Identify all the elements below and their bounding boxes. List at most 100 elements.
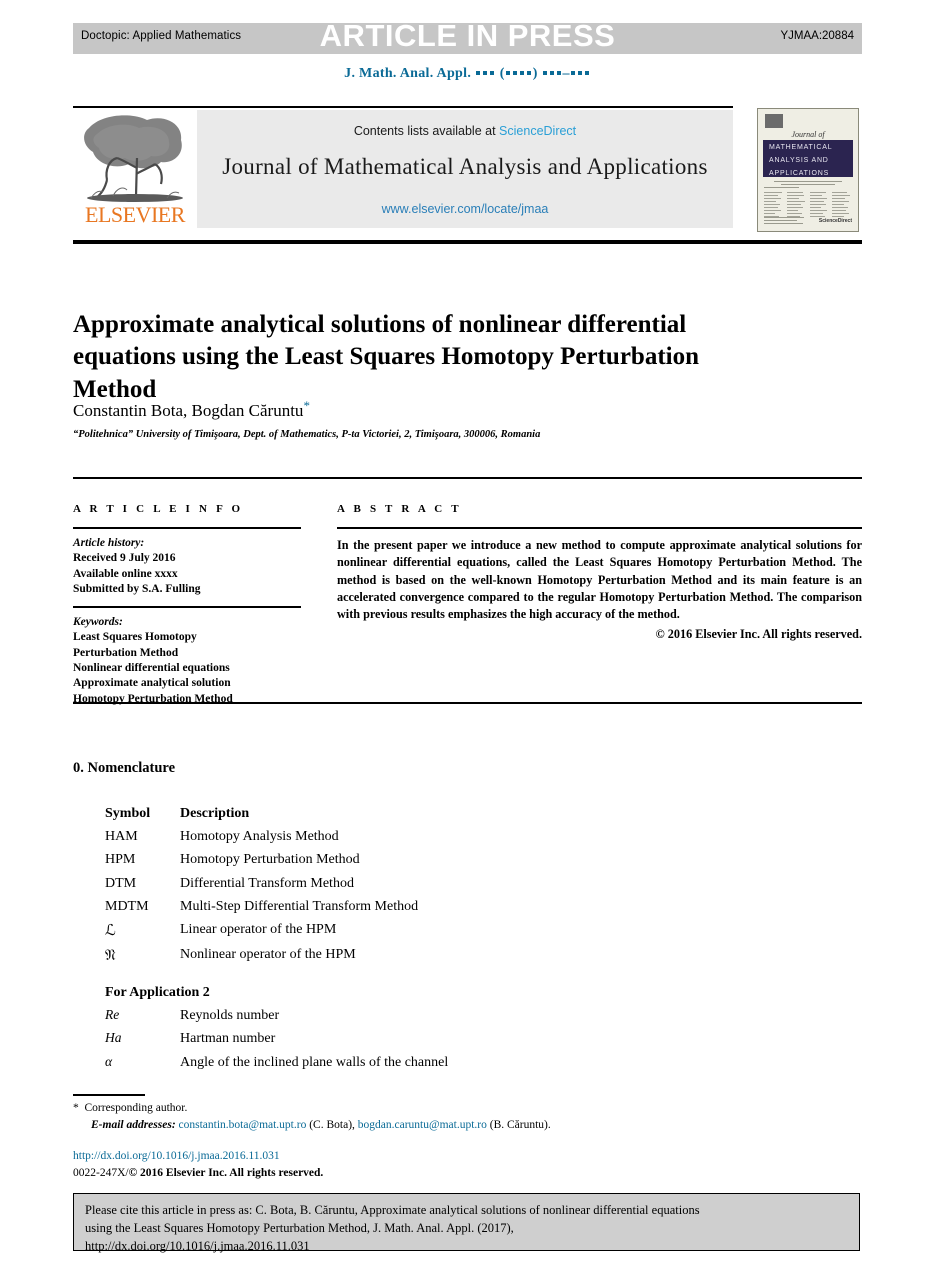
table-row: Re Reynolds number [105,1004,705,1027]
doi-link[interactable]: http://dx.doi.org/10.1016/j.jmaa.2016.11… [73,1148,863,1165]
table-row: MDTM Multi-Step Differential Transform M… [105,895,705,918]
article-info-column: A R T I C L E I N F O Article history: R… [73,503,301,707]
pages-placeholder: – [542,66,591,81]
keyword-item: Perturbation Method [73,646,179,659]
contents-available-line: Contents lists available at ScienceDirec… [197,124,733,138]
email-owner-2: (B. Căruntu). [489,1118,551,1131]
cover-editor-lines [764,181,852,190]
citation-box: Please cite this article in press as: C.… [73,1193,860,1253]
abstract-rule [337,527,862,529]
page-title: Approximate analytical solutions of nonl… [73,310,699,403]
journal-cover-thumbnail: Journal of MATHEMATICAL ANALYSIS AND APP… [757,108,859,232]
citation-line-3: http://dx.doi.org/10.1016/j.jmaa.2016.11… [85,1238,310,1253]
issn-number: 0022-247X/ [73,1166,129,1179]
nomenclature-symbol: DTM [105,875,137,891]
nomenclature-symbol: ℒ [105,921,116,940]
journal-url-link[interactable]: www.elsevier.com/locate/jmaa [197,202,733,216]
footnote-star: * [73,1102,79,1114]
cover-title-line-2: ANALYSIS AND [769,157,829,165]
affiliation: “Politehnica” University of Timişoara, D… [73,429,541,440]
keyword-item: Least Squares Homotopy [73,631,197,644]
citation-line-2: using the Least Squares Homotopy Perturb… [85,1220,514,1235]
table-row: HAM Homotopy Analysis Method [105,825,705,848]
masthead-box: Contents lists available at ScienceDirec… [197,110,733,228]
contents-prefix: Contents lists available at [353,124,496,138]
nomenclature-description: Reynolds number [180,1008,280,1024]
cover-title-line-3: APPLICATIONS [769,170,830,178]
abstract-heading: A B S T R A C T [337,503,462,515]
volume-placeholder [475,66,496,81]
history-item: Received 9 July 2016 [73,552,176,565]
abstract-column: A B S T R A C T In the present paper we … [337,503,862,642]
email-link-1[interactable]: constantin.bota@mat.upt.ro [179,1119,307,1131]
nomenclature-header-row: Symbol Description [105,802,705,825]
article-in-press-stamp: ARTICLE IN PRESS [319,18,616,53]
masthead-bottom-rule [73,240,862,244]
journal-title: Journal of Mathematical Analysis and App… [222,154,708,179]
nomenclature-symbol: Ha [105,1030,122,1046]
citation-text: Please cite this article in press as: C.… [74,1194,859,1263]
info-top-rule [73,477,862,479]
cover-contents-grid [764,192,852,219]
nomenclature-symbol: 𝔑 [105,946,116,965]
cover-title-band: MATHEMATICAL ANALYSIS AND APPLICATIONS [763,140,853,177]
table-row: ℒ Linear operator of the HPM [105,918,705,943]
paper-page: Doctopic: Applied Mathematics ARTICLE IN… [0,0,935,1266]
cover-sciencedirect-mark: ScienceDirect [818,218,852,224]
nomenclature-symbol: α [105,1053,113,1069]
doi-issn-block: http://dx.doi.org/10.1016/j.jmaa.2016.11… [73,1148,863,1181]
column-header-description: Description [180,806,250,821]
article-info-rule [73,527,301,529]
article-history-label: Article history: [73,537,145,549]
article-in-press-bar: Doctopic: Applied Mathematics ARTICLE IN… [73,18,862,54]
email-owner-1: (C. Bota), [309,1118,355,1131]
elsevier-logo: ELSEVIER [75,110,195,228]
elsevier-wordmark: ELSEVIER [85,202,185,227]
corresponding-author-text: Corresponding author. [84,1102,188,1114]
nomenclature-table: Symbol Description HAM Homotopy Analysis… [105,802,705,1074]
issn-copyright: © 2016 Elsevier Inc. All rights reserved… [128,1166,324,1179]
table-row: 𝔑 Nonlinear operator of the HPM [105,943,705,968]
info-bottom-rule [73,702,862,704]
corresponding-author-note: * Corresponding author. [73,1100,863,1117]
article-history-block: Article history: Received 9 July 2016 Av… [73,536,301,597]
nomenclature-symbol: Re [105,1007,120,1023]
table-row: Ha Hartman number [105,1027,705,1050]
nomenclature-description: Hartman number [180,1031,276,1047]
year-placeholder: () [499,66,538,81]
nomenclature-description: Differential Transform Method [180,875,354,891]
keywords-label: Keywords: [73,616,123,629]
nomenclature-symbol: HPM [105,852,136,868]
footnote-block: * Corresponding author. E-mail addresses… [73,1100,863,1133]
table-row: HPM Homotopy Perturbation Method [105,848,705,871]
nomenclature-heading: 0. Nomenclature [73,760,176,776]
citation-line-1: Please cite this article in press as: C.… [85,1203,700,1217]
article-info-heading: A R T I C L E I N F O [73,503,244,515]
abstract-text: In the present paper we introduce a new … [337,538,862,622]
table-row: DTM Differential Transform Method [105,872,705,895]
table-row: α Angle of the inclined plane walls of t… [105,1051,705,1074]
column-header-symbol: Symbol [105,806,151,821]
cover-title-line-1: MATHEMATICAL [769,144,833,151]
journal-ref-prefix: J. Math. Anal. Appl. [344,66,472,81]
nomenclature-description: Linear operator of the HPM [180,922,337,938]
email-link-2[interactable]: bogdan.caruntu@mat.upt.ro [358,1119,487,1131]
cover-journal-of-label: Journal of [791,130,825,139]
elsevier-tree-icon [84,115,183,202]
abstract-copyright: © 2016 Elsevier Inc. All rights reserved… [655,626,862,641]
history-item: Available online xxxx [73,567,178,580]
journal-reference-line: J. Math. Anal. Appl. () – [0,66,935,82]
author-list: Constantin Bota, Bogdan Căruntu* [73,398,773,421]
email-addresses-label: E-mail addresses: [91,1118,176,1131]
nomenclature-symbol: MDTM [105,898,149,914]
history-item: Submitted by S.A. Fulling [73,582,201,595]
nomenclature-description: Nonlinear operator of the HPM [180,947,356,963]
sciencedirect-link[interactable]: ScienceDirect [499,124,576,138]
cover-publisher-badge-icon [765,114,783,128]
nomenclature-description: Angle of the inclined plane walls of the… [180,1054,449,1070]
nomenclature-description: Multi-Step Differential Transform Method [180,898,419,914]
masthead: ELSEVIER Contents lists available at Sci… [73,108,733,230]
keyword-item: Approximate analytical solution [73,677,231,690]
keywords-rule [73,606,301,609]
keyword-item: Nonlinear differential equations [73,661,230,674]
